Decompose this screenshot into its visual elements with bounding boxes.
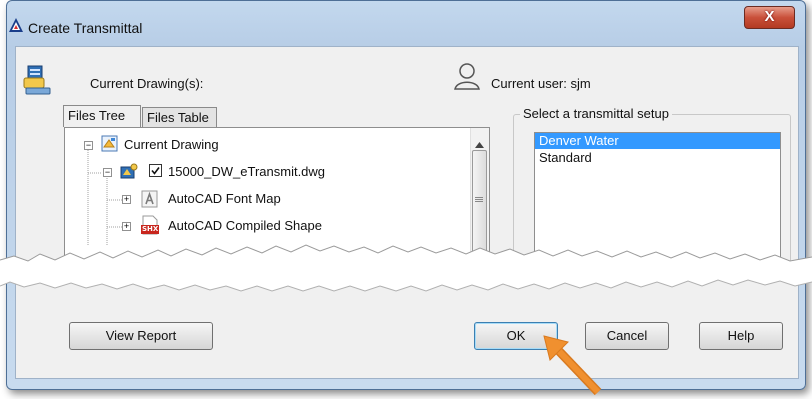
setup-option-standard[interactable]: Standard <box>539 150 592 166</box>
shx-badge: SHX <box>142 225 159 233</box>
help-button[interactable]: Help <box>699 322 783 350</box>
user-silhouette-icon <box>454 63 480 90</box>
tree-item-label[interactable]: AutoCAD Font Map <box>168 191 281 206</box>
current-user-label: Current user: sjm <box>491 76 591 91</box>
torn-paper-divider <box>0 244 812 292</box>
tab-files-table-label: Files Table <box>147 110 209 125</box>
tab-files-tree-label: Files Tree <box>68 108 126 123</box>
include-checkbox[interactable] <box>149 164 162 177</box>
tree-item-label[interactable]: Current Drawing <box>124 137 219 152</box>
view-report-button[interactable]: View Report <box>69 322 213 350</box>
close-button[interactable]: X <box>744 6 795 29</box>
dwg-file-icon <box>120 163 138 179</box>
autocad-logo-icon <box>9 18 23 32</box>
tab-files-tree[interactable]: Files Tree <box>63 105 141 127</box>
transmittal-package-icon <box>23 65 51 95</box>
tree-item-label[interactable]: AutoCAD Compiled Shape <box>168 218 322 233</box>
window-title: Create Transmittal <box>28 20 143 36</box>
expand-toggle[interactable]: + <box>122 195 131 204</box>
close-icon: X <box>764 8 775 25</box>
current-drawings-label: Current Drawing(s): <box>90 76 204 91</box>
drawing-sheet-icon <box>101 135 118 152</box>
transmittal-setup-legend: Select a transmittal setup <box>520 106 672 121</box>
scroll-grip-icon <box>475 197 483 202</box>
checkmark-icon <box>151 167 160 175</box>
collapse-toggle[interactable]: − <box>84 141 93 150</box>
font-map-icon <box>141 190 158 208</box>
scroll-up-arrow-icon[interactable] <box>475 142 484 148</box>
shx-file-icon: SHX <box>140 215 160 235</box>
setup-option-denver-water[interactable]: Denver Water <box>539 133 619 149</box>
orange-arrow-icon <box>543 335 602 396</box>
expand-toggle[interactable]: + <box>122 222 131 231</box>
collapse-toggle[interactable]: − <box>103 168 112 177</box>
tree-item-label[interactable]: 15000_DW_eTransmit.dwg <box>168 164 325 179</box>
tab-files-table[interactable]: Files Table <box>142 107 217 127</box>
